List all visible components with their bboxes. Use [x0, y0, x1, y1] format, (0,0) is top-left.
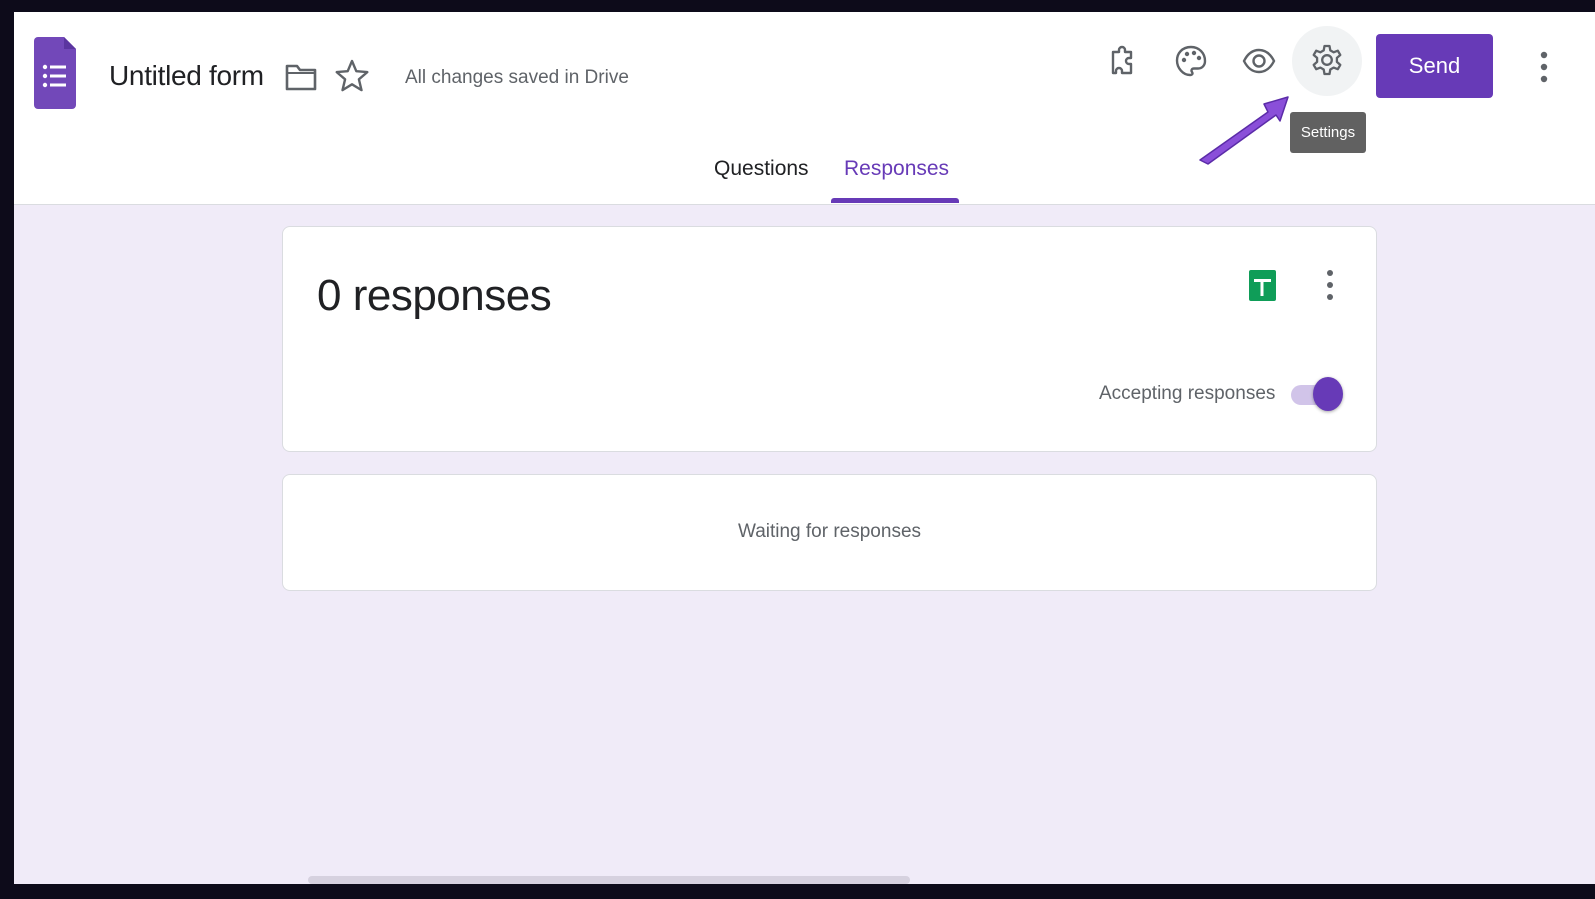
form-title[interactable]: Untitled form: [109, 60, 264, 92]
waiting-message: Waiting for responses: [737, 521, 922, 542]
palette-icon: [1175, 45, 1207, 77]
send-button[interactable]: Send: [1376, 34, 1493, 98]
star-icon[interactable]: [334, 58, 370, 94]
folder-icon[interactable]: [284, 62, 318, 92]
puzzle-icon: [1111, 45, 1133, 75]
customize-theme-button[interactable]: [1156, 26, 1226, 96]
settings-tooltip: Settings: [1290, 112, 1366, 153]
forms-logo-icon[interactable]: [34, 37, 76, 109]
horizontal-scrollbar[interactable]: [308, 876, 910, 884]
addons-button[interactable]: [1088, 26, 1158, 96]
accepting-responses-toggle[interactable]: [1289, 377, 1345, 413]
waiting-card: Waiting for responses: [282, 474, 1377, 591]
tab-bar: Questions Responses: [14, 152, 1595, 205]
tab-questions[interactable]: Questions: [714, 157, 809, 205]
response-count: 0 responses: [317, 271, 552, 320]
toggle-thumb: [1313, 377, 1343, 411]
responses-summary-card: 0 responses Accepting responses: [282, 226, 1377, 452]
settings-button[interactable]: [1292, 26, 1362, 96]
more-options-button[interactable]: [1524, 42, 1564, 92]
save-status: All changes saved in Drive: [405, 67, 629, 88]
accepting-responses-label: Accepting responses: [1099, 383, 1276, 404]
eye-icon: [1242, 48, 1276, 74]
header: Untitled form All changes saved in Drive: [14, 12, 1595, 205]
sheets-icon[interactable]: [1249, 270, 1276, 301]
responses-more-button[interactable]: [1319, 267, 1341, 303]
gear-icon: [1312, 44, 1342, 76]
active-tab-indicator: [831, 198, 959, 203]
app-frame: Untitled form All changes saved in Drive: [14, 12, 1595, 884]
preview-button[interactable]: [1224, 26, 1294, 96]
more-vert-icon: [1327, 270, 1333, 300]
more-vert-icon: [1540, 51, 1548, 83]
